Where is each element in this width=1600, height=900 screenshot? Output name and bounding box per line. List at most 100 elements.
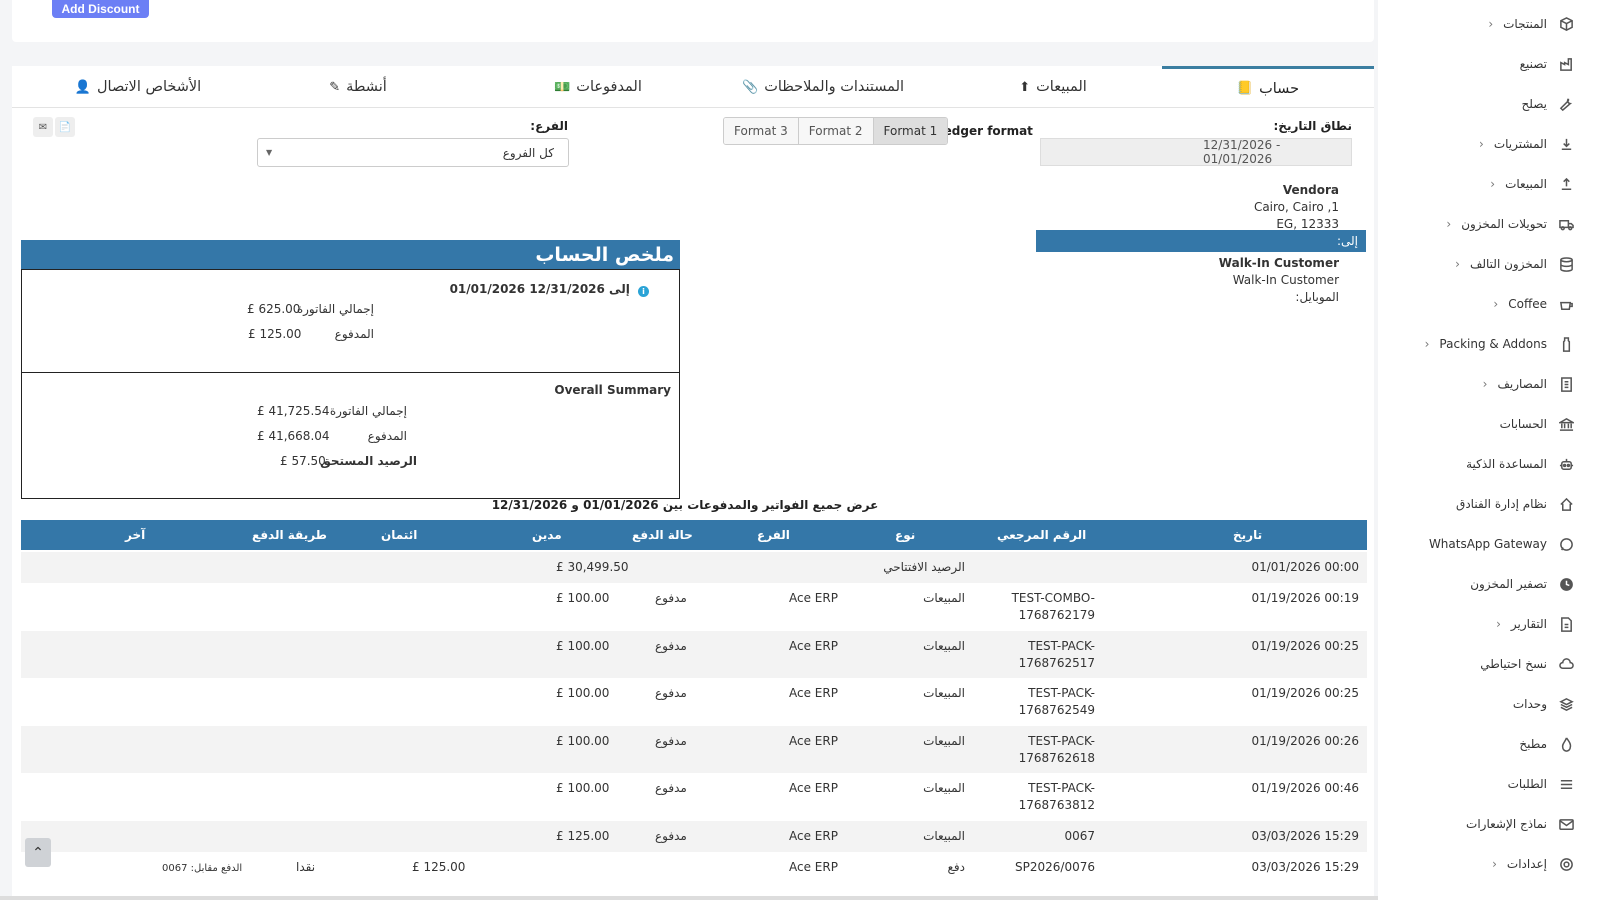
col-method: طريقة الدفع <box>252 528 327 542</box>
cell-ref[interactable]: TEST-PACK- 1768762517 <box>1019 638 1095 672</box>
format-1-button[interactable]: Format 1 <box>873 118 948 144</box>
sidebar-item-10[interactable]: الحسابات <box>1385 404 1575 444</box>
ref-line2: 1768762517 <box>1018 656 1095 670</box>
sidebar: المنتجات ‹ تصنيع يصلح المشتريات ‹ المبيعات ‹ تحو… <box>1378 0 1600 900</box>
tab-label: أنشطة <box>346 79 387 95</box>
ref-line1: SP2026/0076 <box>1015 860 1095 874</box>
pdf-icon[interactable]: 📄 <box>55 117 75 137</box>
chevron-left-icon: ‹ <box>1492 857 1497 871</box>
sidebar-item-2[interactable]: يصلح <box>1385 84 1575 124</box>
tab-activities[interactable]: أنشطة ✎ <box>252 66 464 108</box>
tab-account[interactable]: حساب 📒 <box>1162 66 1374 108</box>
cell-ref[interactable]: SP2026/0076 <box>1015 859 1095 876</box>
cell-date: 01/19/2026 00:19 <box>1251 591 1359 605</box>
cell-debit: £ 100.00 <box>556 591 610 605</box>
format-3-button[interactable]: Format 3 <box>724 118 799 144</box>
sidebar-item-9[interactable]: المصاريف ‹ <box>1385 364 1575 404</box>
cell-date: 01/01/2026 00:00 <box>1251 560 1359 574</box>
vendor-address-line1: Cairo, Cairo ,1 <box>1253 200 1339 214</box>
list-icon <box>1557 775 1575 793</box>
sidebar-item-13[interactable]: WhatsApp Gateway <box>1385 524 1575 564</box>
sidebar-item-7[interactable]: Coffee ‹ <box>1385 284 1575 324</box>
email-icon[interactable]: ✉ <box>33 117 53 137</box>
cell-ref[interactable]: TEST-PACK- 1768762618 <box>1019 733 1095 767</box>
tab-payments[interactable]: المدفوعات 💵 <box>492 66 704 108</box>
cell-credit: £ 125.00 <box>412 860 466 874</box>
paperclip-icon: 📎 <box>742 79 759 95</box>
tab-sales[interactable]: المبيعات ⬆ <box>947 66 1159 108</box>
sidebar-item-4[interactable]: المبيعات ‹ <box>1385 164 1575 204</box>
tab-label: الأشخاص الاتصال <box>96 79 202 95</box>
sidebar-item-1[interactable]: تصنيع <box>1385 44 1575 84</box>
sidebar-item-17[interactable]: وحدات <box>1385 684 1575 724</box>
tab-documents[interactable]: المستندات والملاحظات 📎 <box>717 66 929 108</box>
cell-ref[interactable]: 0067 <box>1064 828 1095 845</box>
add-discount-button[interactable]: Add Discount <box>52 0 149 18</box>
cell-type: المبيعات <box>923 734 965 748</box>
report-icon <box>1557 615 1575 633</box>
ref-line1: TEST-PACK- <box>1028 734 1095 748</box>
sidebar-item-label: التقارير <box>1510 617 1547 631</box>
ref-line2: 1768762179 <box>1018 608 1095 622</box>
sidebar-item-16[interactable]: نسخ احتياطي <box>1385 644 1575 684</box>
sidebar-item-5[interactable]: تحويلات المخزون ‹ <box>1385 204 1575 244</box>
horizontal-scrollbar[interactable] <box>0 896 1378 900</box>
cell-debit: £ 100.00 <box>556 686 610 700</box>
factory-icon <box>1557 55 1575 73</box>
cell-ref[interactable]: TEST-COMBO- 1768762179 <box>1012 590 1095 624</box>
table-row: 01/19/2026 00:46 المبيعات Ace ERP مدفوع £ 10… <box>21 773 1367 821</box>
table-row: 01/19/2026 00:25 المبيعات Ace ERP مدفوع £ 10… <box>21 678 1367 726</box>
sidebar-item-label: تصفير المخزون <box>1470 577 1547 591</box>
table-row: 01/19/2026 00:26 المبيعات Ace ERP مدفوع £ 10… <box>21 726 1367 773</box>
overall-total-value: £ 41,725.54 <box>257 404 330 418</box>
chevron-left-icon: ‹ <box>1455 257 1460 271</box>
coffee-icon <box>1557 295 1575 313</box>
sidebar-item-12[interactable]: نظام إدارة الفنادق <box>1385 484 1575 524</box>
cell-ref[interactable]: TEST-PACK- 1768763812 <box>1019 780 1095 814</box>
cell-debit: £ 100.00 <box>556 781 610 795</box>
branch-select[interactable]: كل الفروع ▼ <box>257 138 569 167</box>
format-2-button[interactable]: Format 2 <box>798 118 874 144</box>
tab-label: المستندات والملاحظات <box>764 79 905 95</box>
cell-ref[interactable]: TEST-PACK- 1768762549 <box>1019 685 1095 719</box>
sidebar-item-21[interactable]: إعدادات ‹ <box>1385 844 1575 884</box>
info-icon: i <box>638 286 649 297</box>
receipt-icon <box>1557 375 1575 393</box>
sidebar-item-20[interactable]: نماذج الإشعارات <box>1385 804 1575 844</box>
sidebar-item-8[interactable]: Packing & Addons ‹ <box>1385 324 1575 364</box>
sidebar-item-11[interactable]: المساعدة الذكية <box>1385 444 1575 484</box>
ref-line1: TEST-PACK- <box>1028 781 1095 795</box>
cell-date: 03/03/2026 15:29 <box>1251 860 1359 874</box>
cloud-icon <box>1557 655 1575 673</box>
sidebar-item-label: يصلح <box>1521 97 1547 111</box>
cell-status: مدفوع <box>655 591 687 605</box>
cell-date: 01/19/2026 00:25 <box>1251 639 1359 653</box>
cell-type: المبيعات <box>923 686 965 700</box>
mail-icon <box>1557 815 1575 833</box>
customer-bold-name: Walk-In Customer <box>1218 256 1339 270</box>
sidebar-item-label: المخزون التالف <box>1469 257 1547 271</box>
sidebar-item-0[interactable]: المنتجات ‹ <box>1385 4 1575 44</box>
col-other: آخر <box>125 528 146 542</box>
col-credit: ائتمان <box>381 528 418 542</box>
period-total-label: إجمالي الفاتورة <box>296 302 374 316</box>
cell-date: 01/19/2026 00:26 <box>1251 734 1359 748</box>
date-range-input[interactable]: 12/31/2026 - 01/01/2026 <box>1040 138 1352 166</box>
sidebar-item-19[interactable]: الطلبات <box>1385 764 1575 804</box>
ref-line2: 1768762549 <box>1018 703 1095 717</box>
sidebar-item-14[interactable]: تصفير المخزون <box>1385 564 1575 604</box>
chevron-left-icon: ‹ <box>1488 17 1494 31</box>
sidebar-item-15[interactable]: التقارير ‹ <box>1385 604 1575 644</box>
sidebar-item-6[interactable]: المخزون التالف ‹ <box>1385 244 1575 284</box>
sidebar-item-label: وحدات <box>1512 697 1547 711</box>
cell-debit: £ 100.00 <box>556 639 610 653</box>
scroll-to-top-button[interactable]: ⌃ <box>25 838 51 867</box>
ref-line2: 1768763812 <box>1018 798 1095 812</box>
sidebar-item-label: إعدادات <box>1506 857 1547 871</box>
sidebar-item-3[interactable]: المشتريات ‹ <box>1385 124 1575 164</box>
sidebar-item-18[interactable]: مطبخ <box>1385 724 1575 764</box>
cell-branch: Ace ERP <box>789 734 838 748</box>
tab-contacts[interactable]: الأشخاص الاتصال 👤 <box>32 66 244 108</box>
cell-branch: Ace ERP <box>789 686 838 700</box>
customer-info: Walk-In Customer Walk-In Customer الموبا… <box>1219 255 1339 306</box>
